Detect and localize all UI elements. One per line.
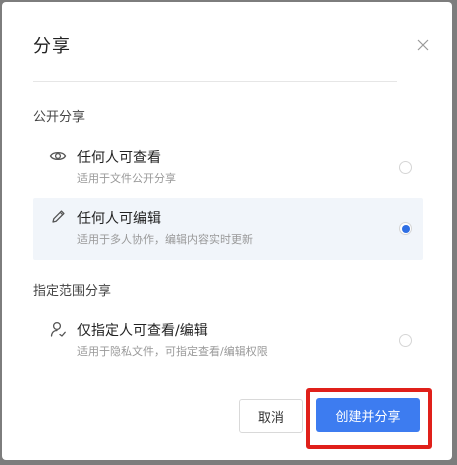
radio-selected-dot [402, 225, 410, 233]
section-label-specified: 指定范围分享 [33, 284, 112, 299]
radio-anyone-view[interactable] [399, 161, 412, 174]
user-icon [50, 321, 66, 337]
option-anyone-edit[interactable]: 任何人可编辑 适用于多人协作，编辑内容实时更新 [33, 198, 423, 260]
option-title: 任何人可查看 [77, 150, 161, 166]
option-title: 任何人可编辑 [77, 211, 161, 227]
option-title: 仅指定人可查看/编辑 [77, 323, 208, 339]
cancel-button[interactable]: 取消 [239, 399, 303, 433]
close-button[interactable] [414, 36, 432, 54]
dialog-title: 分享 [33, 36, 71, 57]
option-specified-people[interactable]: 仅指定人可查看/编辑 适用于隐私文件，可指定查看/编辑权限 [33, 310, 423, 372]
option-description: 适用于隐私文件，可指定查看/编辑权限 [77, 345, 268, 358]
eye-icon [49, 151, 67, 161]
close-icon [417, 39, 429, 51]
section-label-public: 公开分享 [33, 110, 86, 125]
option-anyone-view[interactable]: 任何人可查看 适用于文件公开分享 [33, 137, 423, 199]
title-divider [33, 81, 397, 82]
radio-specified-people[interactable] [399, 334, 412, 347]
option-description: 适用于多人协作，编辑内容实时更新 [77, 233, 253, 246]
option-description: 适用于文件公开分享 [77, 172, 176, 185]
highlight-box [306, 388, 432, 449]
pencil-icon [52, 210, 65, 223]
